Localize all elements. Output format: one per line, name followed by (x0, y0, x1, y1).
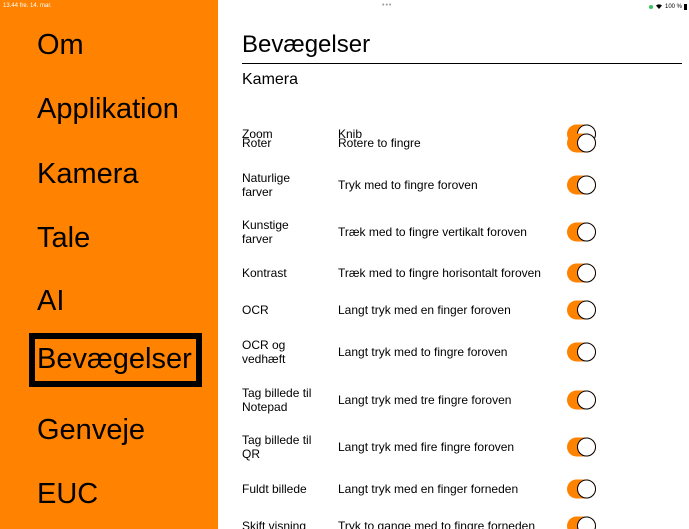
gesture-name: Fuldt billede (242, 482, 307, 496)
gesture-toggle[interactable] (567, 222, 596, 242)
gesture-toggle[interactable] (567, 437, 596, 457)
toggle-knob (577, 437, 596, 457)
title-divider (242, 63, 682, 64)
gesture-toggle[interactable] (567, 479, 596, 499)
gesture-name: Roter (242, 136, 272, 150)
toggle-knob (577, 175, 596, 195)
gesture-row-fuldt-billede: Fuldt billede Langt tryk med en finger f… (242, 472, 682, 506)
status-time-date: 13.44 fre. 14. mar. (3, 3, 52, 9)
gesture-toggle[interactable] (567, 390, 596, 410)
toggle-knob (577, 133, 596, 153)
sidebar-item-bevaegelser[interactable]: Bevægelser (29, 333, 202, 387)
toggle-knob (577, 390, 596, 410)
gesture-name: OCR (242, 303, 269, 317)
battery-icon (684, 4, 687, 10)
gesture-action: Tryk to gange med to fingre forneden (338, 519, 536, 529)
gesture-action: Rotere to fingre (338, 136, 421, 150)
gesture-row-roter: Roter Rotere to fingre (242, 126, 682, 160)
gesture-row-ocr: OCR Langt tryk med en finger foroven (242, 293, 682, 327)
gesture-action: Træk med to fingre vertikalt foroven (338, 225, 527, 239)
gesture-name: Kunstige farver (242, 218, 289, 246)
gesture-toggle[interactable] (567, 175, 596, 195)
toggle-knob (577, 300, 596, 320)
gesture-action: Tryk med to fingre foroven (338, 178, 478, 192)
toggle-knob (577, 479, 596, 499)
gesture-action: Langt tryk med en finger foroven (338, 303, 511, 317)
gesture-name: Naturlige farver (242, 171, 291, 199)
gesture-toggle[interactable] (567, 342, 596, 362)
section-title: Kamera (242, 71, 299, 88)
toggle-knob (577, 342, 596, 362)
gesture-name: Tag billede til Notepad (242, 386, 312, 414)
sidebar-item-kamera[interactable]: Kamera (37, 160, 139, 189)
gesture-row-skift-visning: Skift visning Tryk to gange med to fingr… (242, 509, 682, 529)
toggle-knob (577, 516, 596, 529)
gesture-action: Langt tryk med to fingre foroven (338, 345, 508, 359)
gesture-toggle[interactable] (567, 300, 596, 320)
gesture-action: Træk med to fingre horisontalt foroven (338, 266, 541, 280)
sidebar-item-ai[interactable]: AI (37, 287, 64, 316)
sidebar-item-applikation[interactable]: Applikation (37, 95, 179, 124)
sidebar: Om Applikation Kamera Tale AI Bevægelser… (0, 0, 218, 529)
gesture-row-tag-billede-qr: Tag billede til QR Langt tryk med fire f… (242, 430, 682, 464)
gesture-toggle[interactable] (567, 133, 596, 153)
gesture-action: Langt tryk med en finger forneden (338, 482, 519, 496)
toggle-knob (577, 222, 596, 242)
gesture-name: OCR og vedhæft (242, 338, 286, 366)
gesture-row-naturlige-farver: Naturlige farver Tryk med to fingre foro… (242, 168, 682, 202)
gesture-row-tag-billede-notepad: Tag billede til Notepad Langt tryk med t… (242, 383, 682, 417)
sidebar-item-om[interactable]: Om (37, 31, 84, 60)
sidebar-item-tale[interactable]: Tale (37, 224, 90, 253)
gesture-row-ocr-og-vedhaeft: OCR og vedhæft Langt tryk med to fingre … (242, 335, 682, 369)
gesture-name: Skift visning (242, 519, 307, 529)
gesture-toggle[interactable] (567, 263, 596, 283)
main-content: Bevægelser Kamera Zoom Knib Roter Rotere… (242, 0, 682, 529)
gesture-toggle[interactable] (567, 516, 596, 529)
sidebar-item-genveje[interactable]: Genveje (37, 416, 145, 445)
gesture-name: Tag billede til QR (242, 433, 312, 461)
gesture-name: Kontrast (242, 266, 287, 280)
page-title: Bevægelser (242, 31, 371, 58)
gesture-row-kontrast: Kontrast Træk med to fingre horisontalt … (242, 256, 682, 290)
gesture-action: Langt tryk med fire fingre foroven (338, 440, 515, 454)
sidebar-item-euc[interactable]: EUC (37, 480, 98, 509)
gesture-action: Langt tryk med tre fingre foroven (338, 393, 512, 407)
toggle-knob (577, 263, 596, 283)
gesture-row-kunstige-farver: Kunstige farver Træk med to fingre verti… (242, 215, 682, 249)
